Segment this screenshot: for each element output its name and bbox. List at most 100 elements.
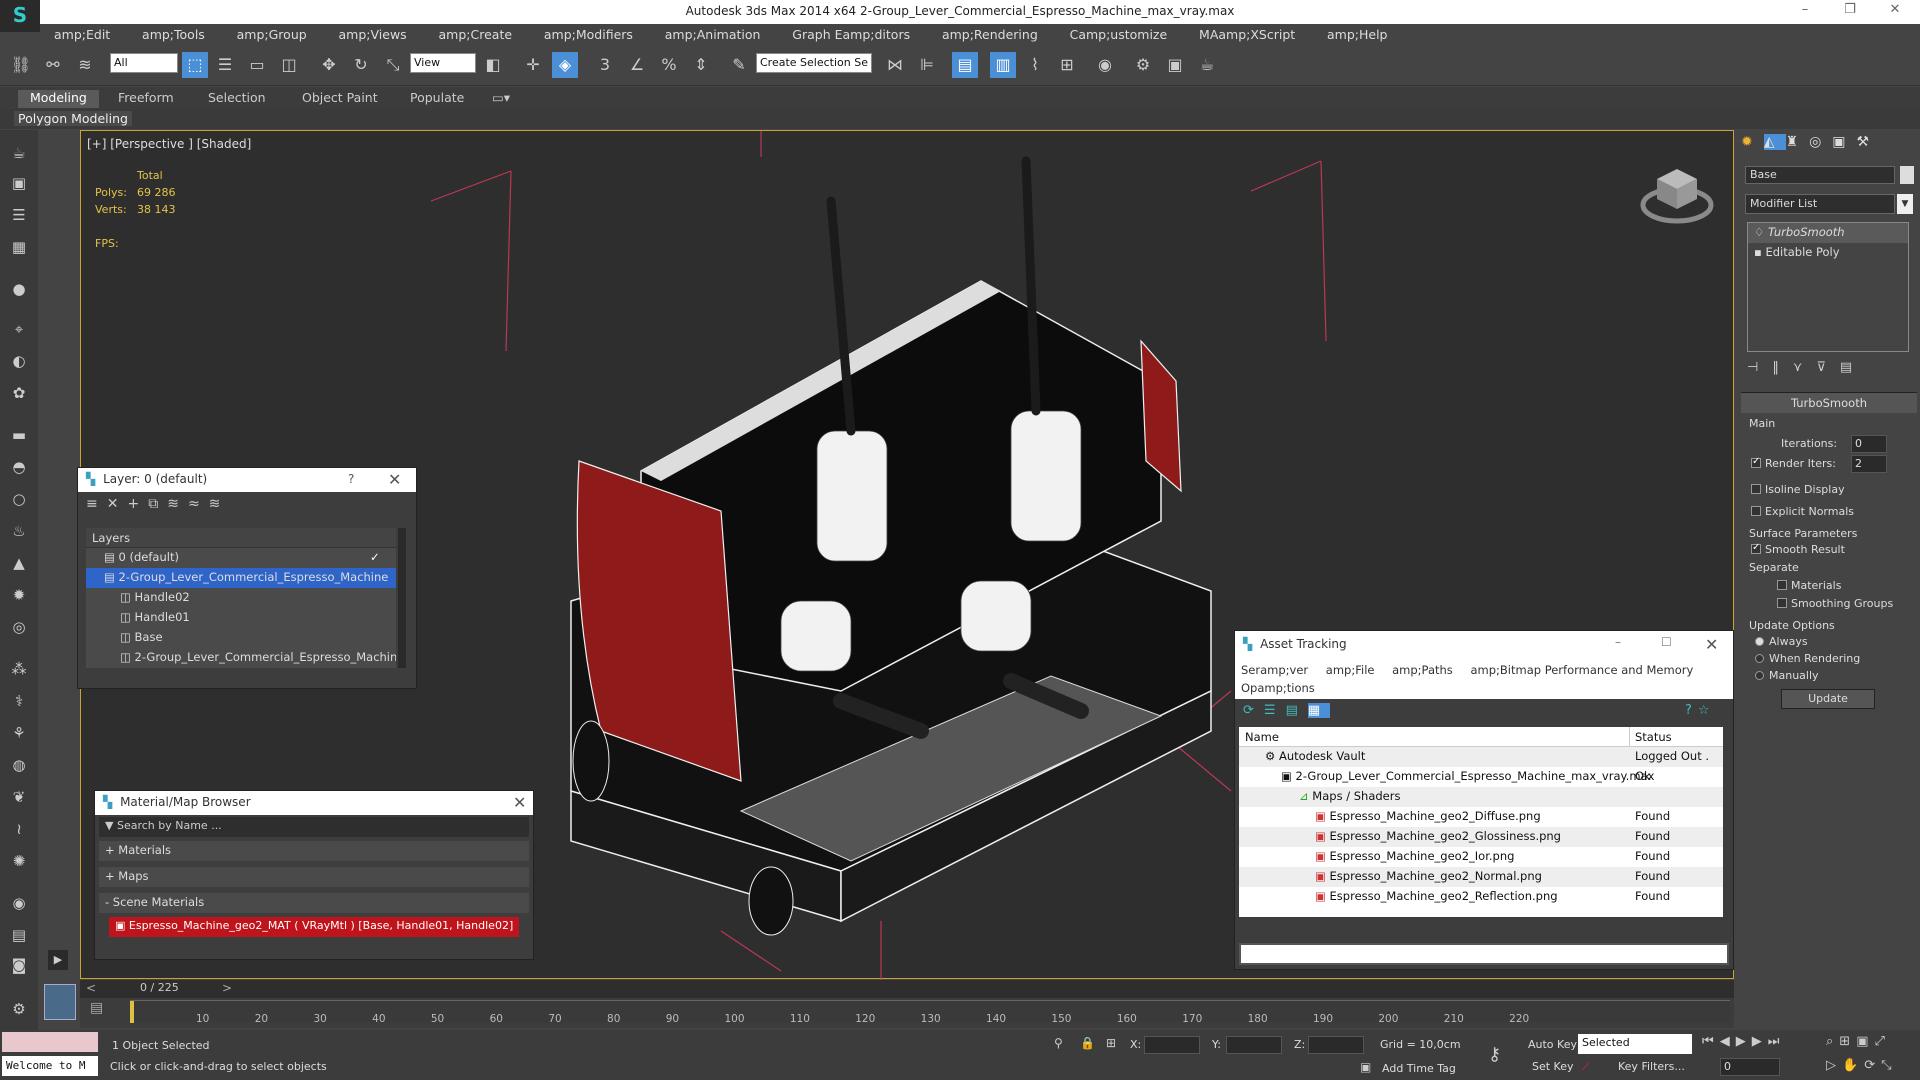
bind-space-warp-icon[interactable]: ≋ [72, 52, 98, 78]
asset-row[interactable]: ▣ Espresso_Machine_geo2_Reflection.png F… [1239, 887, 1723, 907]
menu-animation[interactable]: amp;Animation [651, 24, 775, 42]
time-slider[interactable]: < 0 / 225 > [80, 980, 1734, 998]
list-view-icon[interactable]: ☰ [1264, 703, 1286, 718]
add-to-layer-icon[interactable]: + [127, 496, 148, 512]
asset-tracking-header[interactable]: ▚ Asset Tracking – ☐ ✕ [1235, 631, 1733, 659]
environment-icon[interactable]: ◉ [8, 894, 30, 916]
lightbulb-icon[interactable]: ♢ [1754, 225, 1768, 239]
close-button[interactable]: ✕ [513, 793, 526, 812]
hair-icon[interactable]: ≀ [8, 820, 30, 842]
maps-section[interactable]: + Maps [99, 867, 529, 887]
current-frame-field[interactable]: 0 [1720, 1058, 1780, 1076]
orbit-icon[interactable]: ⟳ [1864, 1058, 1881, 1073]
smooth-result-checkbox[interactable] [1751, 542, 1761, 554]
camera-icon[interactable]: ⌖ [8, 320, 30, 342]
x-coordinate-field[interactable] [1144, 1036, 1200, 1054]
layer-scrollbar[interactable] [398, 528, 406, 668]
remove-modifier-icon[interactable]: ⊽ [1816, 360, 1840, 375]
isolate-selection-icon[interactable]: ⚲ [1054, 1036, 1063, 1050]
chevron-down-icon[interactable]: ▼ [1897, 194, 1913, 214]
select-object-icon[interactable]: ⬚ [182, 52, 208, 78]
isoline-checkbox[interactable] [1751, 484, 1761, 494]
render-icon[interactable]: ▣ [8, 174, 30, 196]
always-radio[interactable] [1755, 637, 1764, 646]
hierarchy-tab-icon[interactable]: ♜ [1786, 134, 1810, 150]
minimize-button[interactable]: – [1615, 635, 1621, 649]
render-setup-icon[interactable]: ⚙ [1130, 52, 1156, 78]
schematic-view-icon[interactable]: ⊞ [1054, 52, 1080, 78]
asset-row[interactable]: ▣ Espresso_Machine_geo2_Glossiness.png F… [1239, 827, 1723, 847]
window-crossing-icon[interactable]: ◫ [276, 52, 302, 78]
asset-row[interactable]: ⊿ Maps / Shaders [1239, 787, 1723, 807]
maxscript-input[interactable]: Welcome to M [2, 1056, 98, 1076]
link-icon[interactable]: ⛓ [8, 52, 34, 78]
z-coordinate-field[interactable] [1308, 1036, 1364, 1054]
make-unique-icon[interactable]: ⋎ [1793, 360, 1817, 375]
table-view-icon[interactable]: ▦ [1307, 703, 1331, 718]
asset-row[interactable]: ▣ 2-Group_Lever_Commercial_Espresso_Mach… [1239, 767, 1723, 787]
grid-icon[interactable]: ▦ [8, 238, 30, 260]
prev-key-icon[interactable]: ◀ [1720, 1034, 1736, 1049]
helper-icon[interactable]: ◐ [8, 352, 30, 374]
column-name[interactable]: Name [1245, 730, 1279, 744]
plant-icon[interactable]: ❦ [8, 788, 30, 810]
menu-maxscript[interactable]: MAamp;XScript [1185, 24, 1309, 42]
play-icon[interactable]: ▶ [1736, 1034, 1752, 1049]
hide-all-icon[interactable]: ≈ [188, 496, 209, 512]
globe-icon[interactable]: ◍ [8, 756, 30, 778]
torus-icon[interactable]: ◎ [8, 618, 30, 640]
toggle-ribbon-icon[interactable]: ▥ [990, 52, 1016, 78]
refresh-icon[interactable]: ⟳ [1243, 703, 1264, 718]
create-layer-icon[interactable]: ≡ [86, 496, 107, 512]
key-set-dropdown[interactable]: Selected [1578, 1034, 1692, 1054]
menu-graph-editors[interactable]: Graph Eamp;ditors [778, 24, 924, 42]
select-objects-icon[interactable]: ⧉ [148, 496, 167, 512]
motion-tab-icon[interactable]: ◎ [1809, 134, 1832, 150]
named-selection-sets-dropdown[interactable]: Create Selection Se [756, 53, 872, 73]
box-icon[interactable]: ▬ [8, 426, 30, 448]
layer-item[interactable]: ▤ 0 (default) ✓ [86, 548, 396, 568]
key-filters-button[interactable]: Key Filters... [1618, 1060, 1685, 1073]
cloth-icon[interactable]: ✺ [8, 852, 30, 874]
spinner-snap-icon[interactable]: ⇕ [688, 52, 714, 78]
edit-named-selection-icon[interactable]: ✎ [726, 52, 752, 78]
render-iters-checkbox[interactable] [1751, 456, 1761, 468]
y-coordinate-field[interactable] [1226, 1036, 1282, 1054]
ribbon-options-icon[interactable]: ▭▾ [480, 90, 522, 108]
maximize-button[interactable]: ☐ [1661, 635, 1672, 649]
object-color-swatch[interactable] [1900, 166, 1914, 184]
asset-row[interactable]: ▣ Espresso_Machine_geo2_Ior.png Found [1239, 847, 1723, 867]
maximize-toggle-icon[interactable]: ⤡ [1881, 1058, 1897, 1073]
material-editor-icon[interactable]: ◉ [1092, 52, 1118, 78]
go-to-end-icon[interactable]: ⏭ [1768, 1034, 1786, 1049]
highlight-layer-icon[interactable]: ≋ [167, 496, 188, 512]
iterations-spinner[interactable]: 0 [1851, 435, 1887, 453]
curve-editor-mini-icon[interactable]: ▤ [90, 1000, 120, 1022]
materials-section[interactable]: + Materials [99, 841, 529, 861]
utilities-tab-icon[interactable]: ⚒ [1857, 134, 1881, 150]
polygon-modeling-panel[interactable]: Polygon Modeling [14, 111, 132, 126]
explicit-normals-checkbox[interactable] [1751, 506, 1761, 516]
curve-editor-icon[interactable]: ⌇ [1022, 52, 1048, 78]
light-icon[interactable]: ● [8, 280, 30, 302]
auto-key-button[interactable]: Auto Key [1528, 1038, 1577, 1051]
close-button[interactable]: ✕ [1705, 635, 1718, 654]
zoom-icon[interactable]: ⌕ [1826, 1034, 1839, 1049]
key-icon[interactable]: ⚷ [1488, 1044, 1501, 1065]
display-tab-icon[interactable]: ▣ [1832, 134, 1856, 150]
render-camera-icon[interactable]: ◙ [8, 956, 30, 978]
layer-object[interactable]: ◫ Handle01 [86, 608, 396, 628]
cone-icon[interactable]: ▲ [8, 554, 30, 576]
search-input[interactable]: ▼ Search by Name ... [99, 817, 529, 837]
menu-bitmap-performance[interactable]: amp;Bitmap Performance and Memory [1470, 663, 1693, 677]
menu-tools[interactable]: amp;Tools [128, 24, 219, 42]
menu-edit[interactable]: amp;Edit [40, 24, 124, 42]
sep-materials-checkbox[interactable] [1777, 580, 1787, 590]
viewport-layout-icon[interactable] [44, 984, 76, 1020]
menu-options[interactable]: Opamp;tions [1241, 681, 1315, 695]
mirror-icon[interactable]: ⋈ [882, 52, 908, 78]
pin-stack-icon[interactable]: ⊣ [1747, 360, 1772, 375]
zoom-all-icon[interactable]: ⊞ [1839, 1034, 1856, 1049]
rollout-title[interactable]: TurboSmooth [1741, 393, 1917, 413]
select-manipulate-icon[interactable]: ✛ [520, 52, 546, 78]
